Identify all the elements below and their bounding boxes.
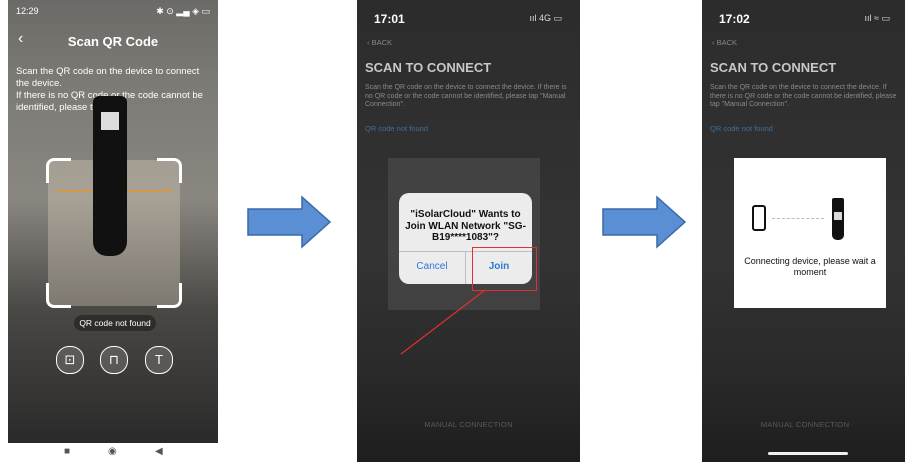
signal-wifi-battery-icon: ııl ≈ ▭ <box>864 13 890 23</box>
recents-icon[interactable]: ■ <box>64 446 70 457</box>
home-indicator <box>768 452 848 455</box>
device-qr-label <box>834 212 842 220</box>
frame-corner <box>46 283 71 308</box>
connection-dots <box>772 218 824 219</box>
qr-not-found-link[interactable]: QR code not found <box>710 124 773 133</box>
image-icon[interactable]: ⊡ <box>56 346 84 374</box>
back-button[interactable]: ‹ BACK <box>712 38 737 47</box>
text-input-icon[interactable]: T <box>145 346 173 374</box>
ios-connecting-screen: 17:02 ııl ≈ ▭ ‹ BACK SCAN TO CONNECT Sca… <box>702 0 905 462</box>
status-time: 17:01 <box>374 12 405 26</box>
ios-join-wlan-screen: 17:01 ııl 4G ▭ ‹ BACK SCAN TO CONNECT Sc… <box>357 0 580 462</box>
connecting-card: Connecting device, please wait a moment <box>734 158 886 308</box>
scan-description: Scan the QR code on the device to connec… <box>710 84 897 108</box>
home-icon[interactable]: ◉ <box>108 446 117 457</box>
qr-not-found-link[interactable]: QR code not found <box>365 124 428 133</box>
arrow-right-icon <box>602 195 687 249</box>
alert-message: "iSolarCloud" Wants to Join WLAN Network… <box>405 209 526 243</box>
arrow-right-icon <box>247 195 332 249</box>
page-title: SCAN TO CONNECT <box>710 60 837 75</box>
status-icons: ✱ ⊙ ▂▄ ◈ ▭ <box>156 6 210 16</box>
cancel-button[interactable]: Cancel <box>399 261 465 272</box>
join-highlight-box <box>472 247 537 291</box>
status-time: 17:02 <box>719 12 750 26</box>
manual-connection-button[interactable]: MANUAL CONNECTION <box>702 420 905 429</box>
qr-not-found-button[interactable]: QR code not found <box>74 315 156 331</box>
back-nav-icon[interactable]: ◀ <box>155 446 163 457</box>
page-title: Scan QR Code <box>67 34 159 49</box>
phone-icon <box>752 205 766 231</box>
page-title: SCAN TO CONNECT <box>365 60 492 75</box>
status-bar: 12:29 ✱ ⊙ ▂▄ ◈ ▭ <box>16 6 210 18</box>
signal-battery-icon: ııl 4G ▭ <box>529 13 562 23</box>
manual-connection-button[interactable]: MANUAL CONNECTION <box>357 420 580 429</box>
back-button[interactable]: ‹ BACK <box>367 38 392 47</box>
frame-corner <box>157 158 182 183</box>
frame-corner <box>46 158 71 183</box>
pointer-line <box>400 289 486 355</box>
status-time: 12:29 <box>16 6 39 16</box>
frame-corner <box>157 283 182 308</box>
scan-description: Scan the QR code on the device to connec… <box>365 84 567 108</box>
flashlight-icon[interactable]: ⊓ <box>100 346 128 374</box>
android-scan-screen: 12:29 ✱ ⊙ ▂▄ ◈ ▭ ‹ Scan QR Code Scan the… <box>8 0 218 443</box>
connecting-message: Connecting device, please wait a moment <box>744 256 876 277</box>
android-nav-bar: ■ ◉ ◀ <box>8 443 218 462</box>
device-qr-label <box>101 112 119 130</box>
